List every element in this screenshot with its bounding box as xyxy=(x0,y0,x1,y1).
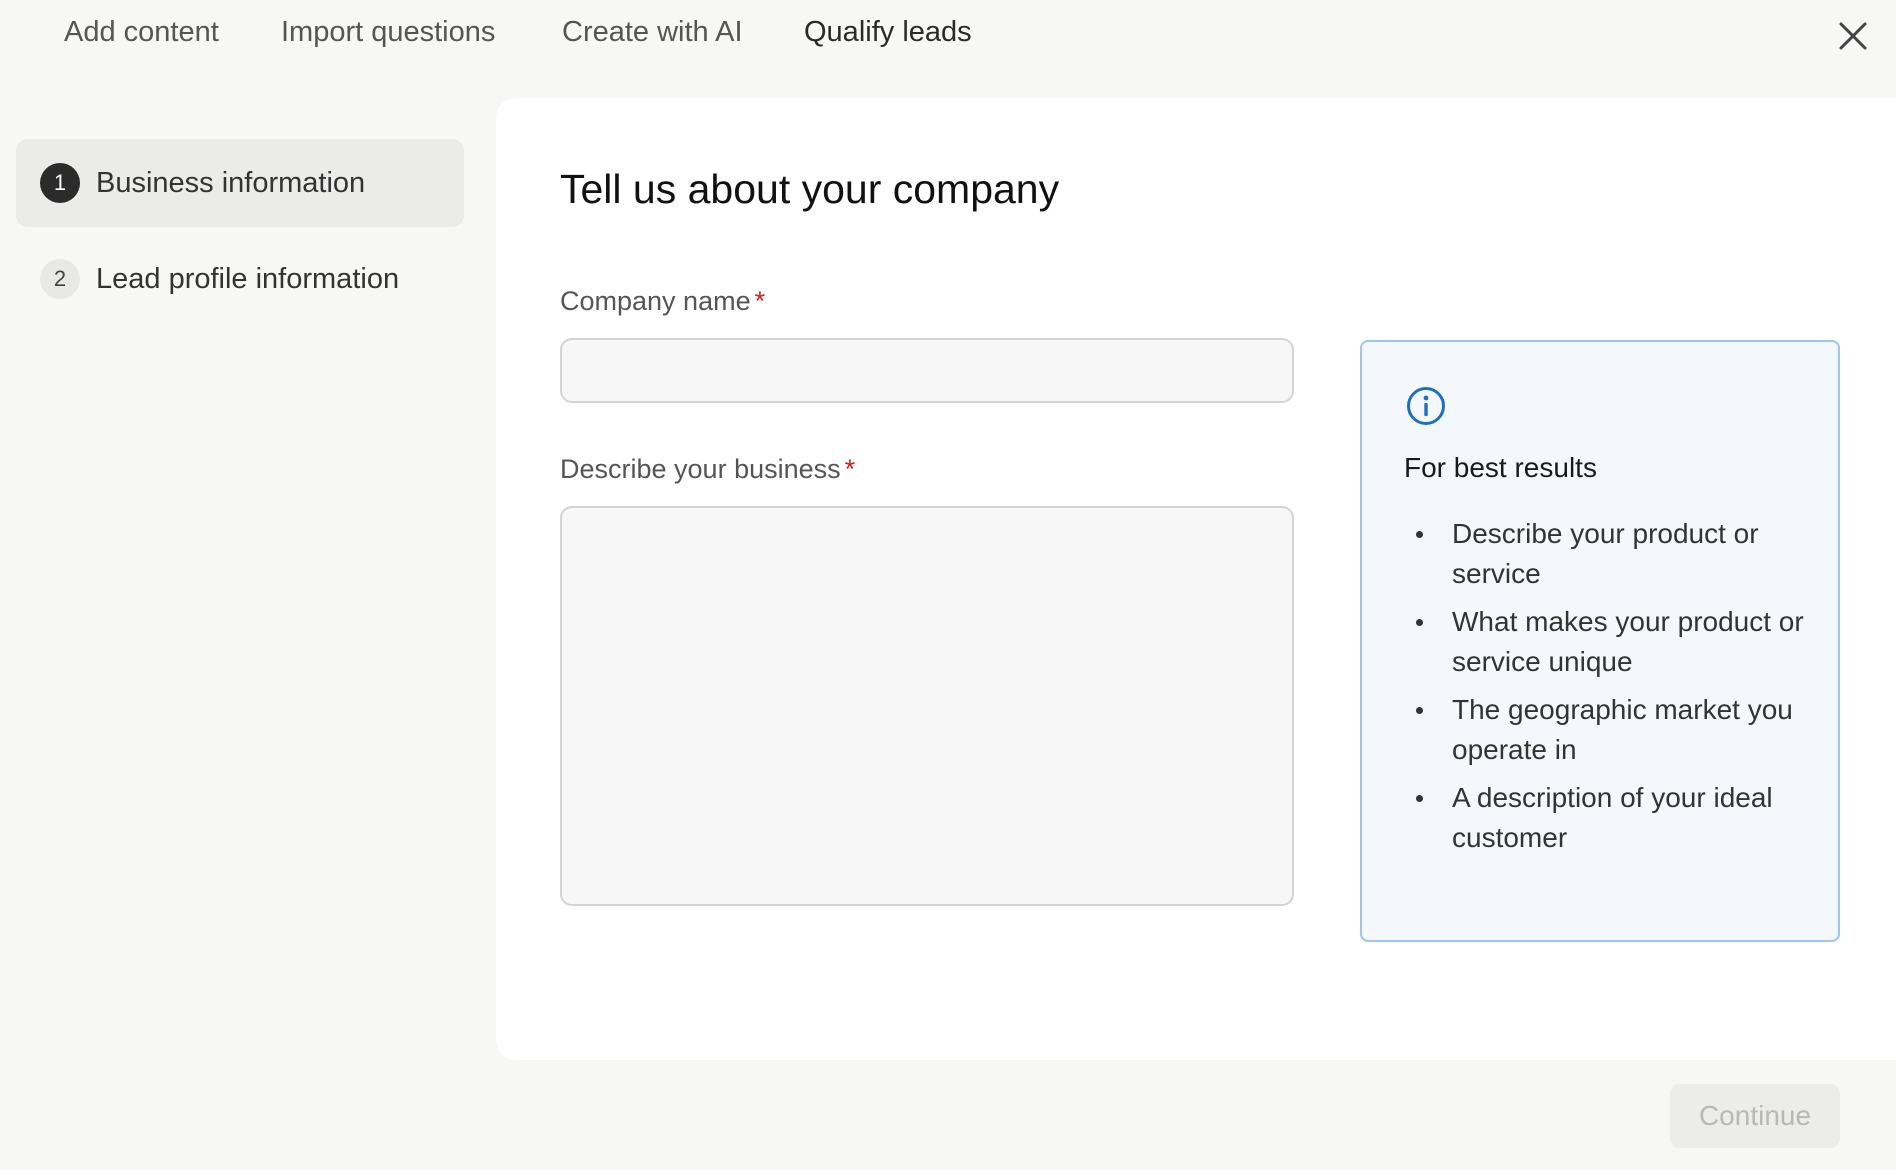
describe-business-label-text: Describe your business xyxy=(560,454,841,484)
bullet-icon xyxy=(1416,619,1423,626)
step-label: Lead profile information xyxy=(96,262,400,295)
step-business-information[interactable]: 1 Business information xyxy=(16,139,464,227)
describe-business-textarea[interactable] xyxy=(560,506,1294,906)
bullet-icon xyxy=(1416,707,1423,714)
continue-button[interactable]: Continue xyxy=(1670,1084,1840,1148)
info-icon xyxy=(1407,387,1445,425)
describe-business-label: Describe your business * xyxy=(560,454,855,485)
page-title: Tell us about your company xyxy=(560,166,1060,212)
bullet-icon xyxy=(1416,795,1423,802)
tab-import-questions[interactable]: Import questions xyxy=(281,16,495,49)
list-item-text: What makes your product or service uniqu… xyxy=(1452,606,1804,677)
company-name-input[interactable] xyxy=(560,338,1294,403)
close-button[interactable] xyxy=(1835,18,1871,54)
best-results-panel: For best results Describe your product o… xyxy=(1360,340,1840,942)
close-icon xyxy=(1839,22,1867,50)
required-asterisk: * xyxy=(844,454,856,484)
top-tab-bar: Add content Import questions Create with… xyxy=(0,0,1896,72)
tab-add-content[interactable]: Add content xyxy=(64,16,219,49)
required-asterisk: * xyxy=(754,286,766,316)
step-lead-profile-information[interactable]: 2 Lead profile information xyxy=(16,235,464,323)
list-item-text: A description of your ideal customer xyxy=(1452,782,1773,853)
list-item: Describe your product or service xyxy=(1404,514,1804,594)
list-item: A description of your ideal customer xyxy=(1404,778,1804,858)
list-item-text: The geographic market you operate in xyxy=(1452,694,1793,765)
step-number-badge: 2 xyxy=(40,259,80,299)
tab-qualify-leads[interactable]: Qualify leads xyxy=(804,16,972,49)
best-results-list: Describe your product or service What ma… xyxy=(1404,514,1804,866)
best-results-title: For best results xyxy=(1404,452,1597,483)
step-label: Business information xyxy=(96,166,366,199)
tab-create-with-ai[interactable]: Create with AI xyxy=(562,16,743,49)
list-item: What makes your product or service uniqu… xyxy=(1404,602,1804,682)
bullet-icon xyxy=(1416,531,1423,538)
list-item-text: Describe your product or service xyxy=(1452,518,1759,589)
company-name-label: Company name * xyxy=(560,286,765,317)
list-item: The geographic market you operate in xyxy=(1404,690,1804,770)
company-name-label-text: Company name xyxy=(560,286,751,316)
step-number-badge: 1 xyxy=(40,163,80,203)
